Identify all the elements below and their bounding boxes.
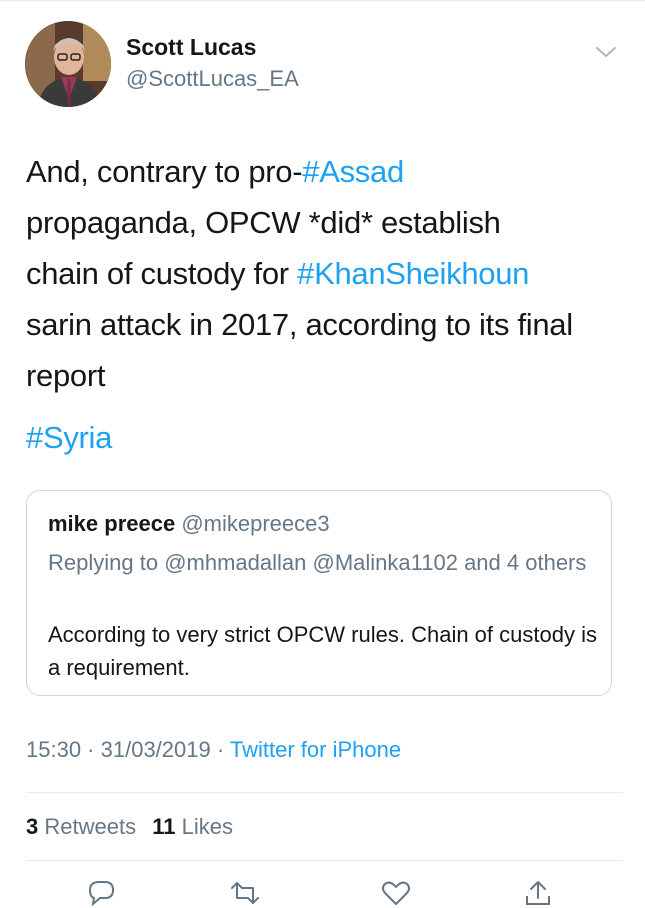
separator: · <box>210 737 230 762</box>
divider <box>26 792 623 793</box>
tweet-line: chain of custody for #KhanSheikhoun <box>26 248 626 299</box>
heart-icon[interactable] <box>379 878 413 908</box>
author-name[interactable]: Scott Lucas <box>126 34 256 61</box>
retweets-label: Retweets <box>44 814 137 839</box>
replying-suffix: and 4 others <box>457 550 587 575</box>
reply-icon[interactable] <box>84 878 118 908</box>
retweet-icon[interactable] <box>228 878 262 908</box>
retweets-stat[interactable]: 3 Retweets <box>26 814 136 839</box>
likes-stat[interactable]: 11 Likes <box>152 814 233 839</box>
avatar[interactable] <box>25 21 111 107</box>
retweets-count: 3 <box>26 814 39 839</box>
divider <box>26 860 623 861</box>
hashtag-khansheikhoun[interactable]: #KhanSheikhoun <box>297 256 529 291</box>
replying-to: Replying to @mhmadallan @Malinka1102 and… <box>48 545 598 580</box>
quoted-tweet-text: According to very strict OPCW rules. Cha… <box>48 622 597 680</box>
tweet-date[interactable]: 31/03/2019 <box>101 737 211 762</box>
quoted-author-handle[interactable]: @mikepreece3 <box>181 511 329 536</box>
replying-prefix: Replying to <box>48 550 165 575</box>
separator: · <box>81 737 101 762</box>
share-icon[interactable] <box>521 878 555 908</box>
hashtag-assad[interactable]: #Assad <box>302 154 404 189</box>
tweet-text-segment: And, contrary to pro- <box>26 154 303 189</box>
tweet-metadata: 15:30 · 31/03/2019 · Twitter for iPhone <box>26 737 401 763</box>
tweet-text-segment: chain of custody for <box>26 256 298 291</box>
hashtag-syria[interactable]: #Syria <box>26 412 112 463</box>
tweet-text: And, contrary to pro-#Assad propaganda, … <box>26 146 626 401</box>
quoted-tweet[interactable]: mike preece @mikepreece3 Replying to @mh… <box>26 490 612 696</box>
tweet-source[interactable]: Twitter for iPhone <box>230 737 401 762</box>
tweet-line: propaganda, OPCW *did* establish <box>26 205 501 240</box>
engagement-stats: 3 Retweets 11 Likes <box>26 814 233 840</box>
tweet-line: sarin attack in 2017, according to its f… <box>26 307 573 342</box>
top-divider <box>0 0 645 1</box>
author-handle[interactable]: @ScottLucas_EA <box>126 66 299 92</box>
chevron-down-icon[interactable] <box>594 40 618 64</box>
quoted-author-name[interactable]: mike preece <box>48 511 175 536</box>
tweet-time[interactable]: 15:30 <box>26 737 81 762</box>
mention-mhmadallan[interactable]: @mhmadallan <box>164 550 306 575</box>
likes-count: 11 <box>152 814 176 839</box>
likes-label: Likes <box>181 814 233 839</box>
avatar-image <box>25 21 111 107</box>
quoted-tweet-header: mike preece @mikepreece3 <box>48 511 330 537</box>
tweet-line: And, contrary to pro-#Assad <box>26 146 626 197</box>
tweet-line: report <box>26 358 106 393</box>
mention-malinka1102[interactable]: @Malinka1102 <box>313 550 458 575</box>
